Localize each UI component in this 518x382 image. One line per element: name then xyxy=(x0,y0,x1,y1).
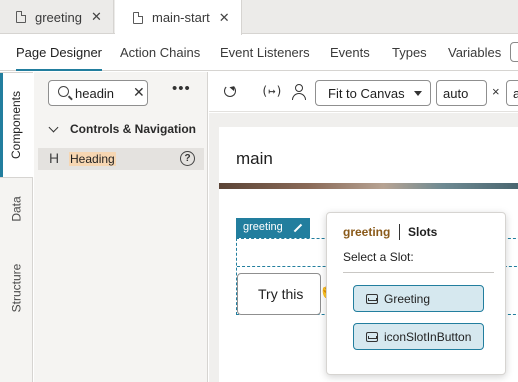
components-panel: ✕ ••• Controls & Navigation H Heading ? xyxy=(34,72,208,382)
search-icon xyxy=(58,86,69,97)
component-heading[interactable]: H Heading ? xyxy=(38,148,204,170)
close-icon[interactable]: ✕ xyxy=(91,9,102,25)
component-tag[interactable]: greeting xyxy=(236,218,310,238)
tab-page-designer[interactable]: Page Designer xyxy=(16,45,102,71)
heading-icon: H xyxy=(49,150,60,166)
try-this-label: Try this xyxy=(258,286,304,302)
close-icon[interactable]: ✕ xyxy=(219,10,230,26)
refresh-icon[interactable] xyxy=(224,85,236,97)
slot-label: iconSlotInButton xyxy=(384,330,472,344)
times-symbol: × xyxy=(492,84,500,99)
try-this-button[interactable]: Try this xyxy=(237,273,321,315)
zoom-select[interactable]: Fit to Canvas xyxy=(315,80,431,106)
component-search: ✕ xyxy=(48,80,148,106)
more-options-icon[interactable]: ••• xyxy=(172,80,191,97)
vtab-label: Components xyxy=(9,90,24,160)
vertical-tab-bar: Components Data Structure xyxy=(0,72,33,382)
slots-popup: greeting Slots Select a Slot: Greeting i… xyxy=(326,212,506,375)
vtab-structure[interactable]: Structure xyxy=(0,250,33,326)
file-tab-greeting[interactable]: greeting ✕ xyxy=(0,0,114,34)
caret-down-icon xyxy=(414,91,422,96)
designer-toolbar: (↦) Fit to Canvas auto × a xyxy=(209,72,518,112)
vtab-data[interactable]: Data xyxy=(0,184,33,234)
tab-types[interactable]: Types xyxy=(392,45,427,60)
page-title: main xyxy=(236,149,273,168)
tab-action-chains[interactable]: Action Chains xyxy=(120,45,200,60)
popup-subtitle: Select a Slot: xyxy=(343,250,414,264)
file-tab-main-start[interactable]: main-start ✕ xyxy=(115,0,242,35)
file-tab-label: main-start xyxy=(152,10,210,25)
more-tabs-button[interactable] xyxy=(510,42,518,62)
search-input[interactable] xyxy=(75,84,129,102)
slot-button-greeting[interactable]: Greeting xyxy=(353,285,484,312)
file-icon xyxy=(133,11,143,24)
slot-icon xyxy=(366,332,378,342)
slot-icon xyxy=(366,294,378,304)
banner-image xyxy=(219,183,518,189)
section-label: Controls & Navigation xyxy=(70,122,197,136)
component-tag-label: greeting xyxy=(243,221,283,233)
chevron-down-icon xyxy=(48,122,59,132)
help-icon[interactable]: ? xyxy=(180,151,195,166)
height-input[interactable]: a xyxy=(506,80,518,106)
popup-title: Slots xyxy=(408,225,438,239)
tab-variables[interactable]: Variables xyxy=(448,45,501,60)
file-icon xyxy=(16,11,26,23)
tab-event-listeners[interactable]: Event Listeners xyxy=(220,45,310,60)
designer-tab-bar: Page Designer Action Chains Event Listen… xyxy=(0,35,518,71)
popup-context: greeting xyxy=(343,225,391,239)
zoom-select-value: Fit to Canvas xyxy=(328,86,405,101)
section-header[interactable]: Controls & Navigation xyxy=(48,122,197,136)
vtab-label: Structure xyxy=(9,263,24,313)
component-label: Heading xyxy=(69,152,116,166)
slot-button-iconslotinbutton[interactable]: iconSlotInButton xyxy=(353,323,484,350)
user-icon[interactable] xyxy=(292,84,306,100)
clear-icon[interactable]: ✕ xyxy=(133,84,145,101)
file-tab-bar: greeting ✕ main-start ✕ xyxy=(0,0,518,35)
edit-icon[interactable] xyxy=(293,223,303,233)
slot-label: Greeting xyxy=(384,292,431,306)
file-tab-label: greeting xyxy=(35,9,82,25)
vtab-components[interactable]: Components xyxy=(0,72,33,178)
width-value: auto xyxy=(443,86,469,101)
width-input[interactable]: auto xyxy=(436,80,487,106)
divider xyxy=(343,272,494,273)
divider xyxy=(399,224,400,240)
variables-icon[interactable]: (↦) xyxy=(261,84,283,98)
tab-events[interactable]: Events xyxy=(330,45,370,60)
height-value: a xyxy=(513,86,518,101)
vtab-label: Data xyxy=(9,196,24,222)
